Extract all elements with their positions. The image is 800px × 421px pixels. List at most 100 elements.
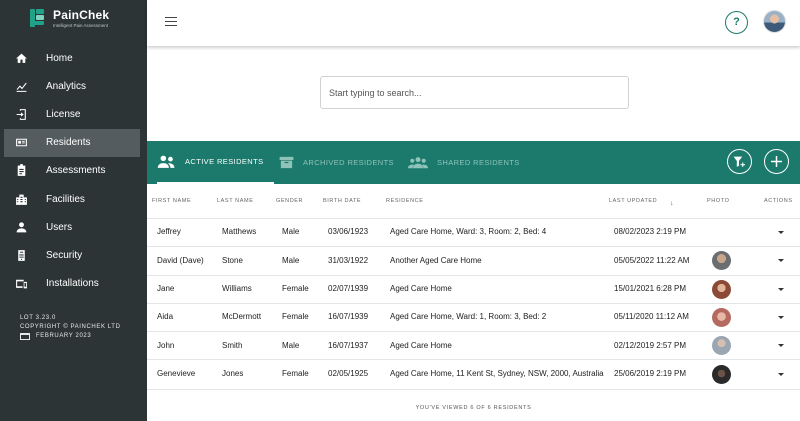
- sidebar-item-label: License: [46, 108, 81, 120]
- cell-residence: Aged Care Home, 11 Kent St, Sydney, NSW,…: [390, 369, 604, 379]
- caret-down-icon: [778, 259, 784, 263]
- tab-shared-residents[interactable]: SHARED RESIDENTS: [408, 141, 520, 184]
- copyright-text: COPYRIGHT © PAINCHEK LTD: [20, 324, 121, 330]
- sidebar-item-facilities[interactable]: Facilities: [0, 185, 147, 213]
- help-button[interactable]: ?: [725, 11, 748, 34]
- cell-first-name: Genevieve: [157, 369, 196, 379]
- release-date: FEBRUARY 2023: [36, 333, 92, 339]
- row-actions-dropdown[interactable]: [778, 332, 784, 359]
- cell-gender: Male: [282, 255, 300, 265]
- resident-photo[interactable]: [712, 279, 731, 299]
- sidebar-item-assessments[interactable]: Assessments: [0, 157, 147, 185]
- sidebar-item-label: Security: [46, 249, 83, 261]
- cell-birth-date: 02/07/1939: [328, 283, 369, 293]
- table-row[interactable]: Genevieve Jones Female 02/05/1925 Aged C…: [147, 360, 800, 390]
- painchek-logo[interactable]: PainChek Intelligent Pain Assessment: [0, 0, 147, 36]
- sidebar-item-analytics[interactable]: Analytics: [0, 72, 147, 100]
- sidebar-item-installations[interactable]: Installations: [0, 270, 147, 298]
- resident-photo-cell: [712, 304, 731, 331]
- tab-label: SHARED RESIDENTS: [437, 158, 520, 167]
- header-actions: ACTIONS: [764, 198, 793, 204]
- cell-last-name: Stone: [222, 255, 243, 265]
- cell-residence: Aged Care Home, Ward: 1, Room: 3, Bed: 2: [390, 312, 547, 322]
- sidebar-item-residents[interactable]: Residents: [4, 128, 140, 157]
- caret-down-icon: [778, 344, 784, 348]
- tab-active-residents[interactable]: ACTIVE RESIDENTS: [157, 141, 274, 184]
- hamburger-menu-icon[interactable]: [165, 17, 177, 27]
- resident-photo[interactable]: [712, 336, 731, 356]
- table-row[interactable]: John Smith Male 16/07/1937 Aged Care Hom…: [147, 332, 800, 361]
- table-row[interactable]: Jeffrey Matthews Male 03/06/1923 Aged Ca…: [147, 219, 800, 248]
- header-last-updated[interactable]: LAST UPDATED: [609, 198, 657, 204]
- cell-first-name: Jeffrey: [157, 227, 181, 237]
- cell-last-name: McDermott: [222, 312, 262, 322]
- resident-photo-cell: [712, 332, 731, 359]
- sidebar-item-label: Home: [46, 52, 73, 64]
- row-actions-dropdown[interactable]: [778, 304, 784, 331]
- row-actions-dropdown[interactable]: [778, 276, 784, 303]
- lot-version: LOT 3.23.0: [20, 315, 56, 321]
- header-gender[interactable]: GENDER: [276, 198, 303, 204]
- table-row[interactable]: David (Dave) Stone Male 31/03/1922 Anoth…: [147, 247, 800, 276]
- resident-photo-cell: [712, 360, 731, 389]
- table-row[interactable]: Aida McDermott Female 16/07/1939 Aged Ca…: [147, 304, 800, 333]
- sidebar-item-license[interactable]: License: [0, 100, 147, 128]
- cell-birth-date: 31/03/1922: [328, 255, 369, 265]
- resident-photo[interactable]: [712, 365, 731, 385]
- cell-birth-date: 02/05/1925: [328, 369, 369, 379]
- top-bar: ?: [147, 0, 800, 46]
- license-icon: [14, 107, 28, 121]
- header-last-name[interactable]: LAST NAME: [217, 198, 253, 204]
- sidebar-item-users[interactable]: Users: [0, 213, 147, 241]
- cell-gender: Female: [282, 369, 309, 379]
- sidebar: PainChek Intelligent Pain Assessment Hom…: [0, 0, 147, 421]
- search-input[interactable]: [321, 77, 628, 108]
- resident-tabs-bar: ACTIVE RESIDENTS ARCHIVED RESIDENTS SHAR…: [147, 141, 800, 184]
- sidebar-item-security[interactable]: Security: [0, 241, 147, 269]
- logo-mark-icon: [30, 9, 48, 27]
- resident-photo-cell: [712, 247, 731, 274]
- group-icon: [408, 157, 428, 169]
- row-actions-dropdown[interactable]: [778, 360, 784, 389]
- cell-last-updated: 15/01/2021 6:28 PM: [614, 283, 687, 293]
- tab-label: ARCHIVED RESIDENTS: [303, 158, 394, 167]
- cell-residence: Aged Care Home: [390, 340, 452, 350]
- cell-first-name: Aida: [157, 312, 174, 322]
- cell-last-updated: 25/06/2019 2:19 PM: [614, 369, 687, 379]
- resident-photo[interactable]: [712, 308, 731, 328]
- cell-first-name: David (Dave): [157, 255, 204, 265]
- table-row[interactable]: Jane Williams Female 02/07/1939 Aged Car…: [147, 276, 800, 304]
- people-icon: [157, 155, 175, 168]
- header-first-name[interactable]: FIRST NAME: [152, 198, 191, 204]
- header-residence[interactable]: RESIDENCE: [386, 198, 424, 204]
- header-birth-date[interactable]: BIRTH DATE: [323, 198, 361, 204]
- caret-down-icon: [778, 373, 784, 377]
- caret-down-icon: [778, 231, 784, 235]
- viewed-count: YOU'VE VIEWED 6 OF 6 RESIDENTS: [415, 405, 532, 411]
- row-actions-dropdown[interactable]: [778, 247, 784, 274]
- cell-gender: Female: [282, 283, 309, 293]
- caret-down-icon: [778, 287, 784, 291]
- assessments-icon: [14, 164, 28, 178]
- resident-photo[interactable]: [712, 251, 731, 271]
- user-avatar[interactable]: [763, 10, 786, 33]
- resident-photo-cell: [712, 276, 731, 303]
- archive-box-icon: [279, 156, 294, 169]
- facilities-icon: [14, 192, 28, 206]
- tab-label: ACTIVE RESIDENTS: [185, 157, 264, 166]
- cell-birth-date: 16/07/1937: [328, 340, 369, 350]
- row-actions-dropdown[interactable]: [778, 219, 784, 246]
- home-icon: [14, 51, 28, 65]
- add-resident-button[interactable]: [764, 149, 789, 174]
- tab-archived-residents[interactable]: ARCHIVED RESIDENTS: [279, 141, 394, 184]
- residents-table: FIRST NAME LAST NAME GENDER BIRTH DATE R…: [147, 184, 800, 390]
- search-box: [320, 76, 629, 109]
- sidebar-item-label: Assessments: [46, 165, 106, 177]
- filter-button[interactable]: [727, 149, 752, 174]
- cell-last-updated: 08/02/2023 2:19 PM: [614, 227, 687, 237]
- cell-residence: Aged Care Home, Ward: 3, Room: 2, Bed: 4: [390, 227, 547, 237]
- sort-down-arrow-icon[interactable]: ↓: [670, 200, 674, 207]
- security-icon: [14, 248, 28, 262]
- sidebar-item-home[interactable]: Home: [0, 44, 147, 72]
- version-footer: LOT 3.23.0 COPYRIGHT © PAINCHEK LTD FEBR…: [20, 314, 121, 341]
